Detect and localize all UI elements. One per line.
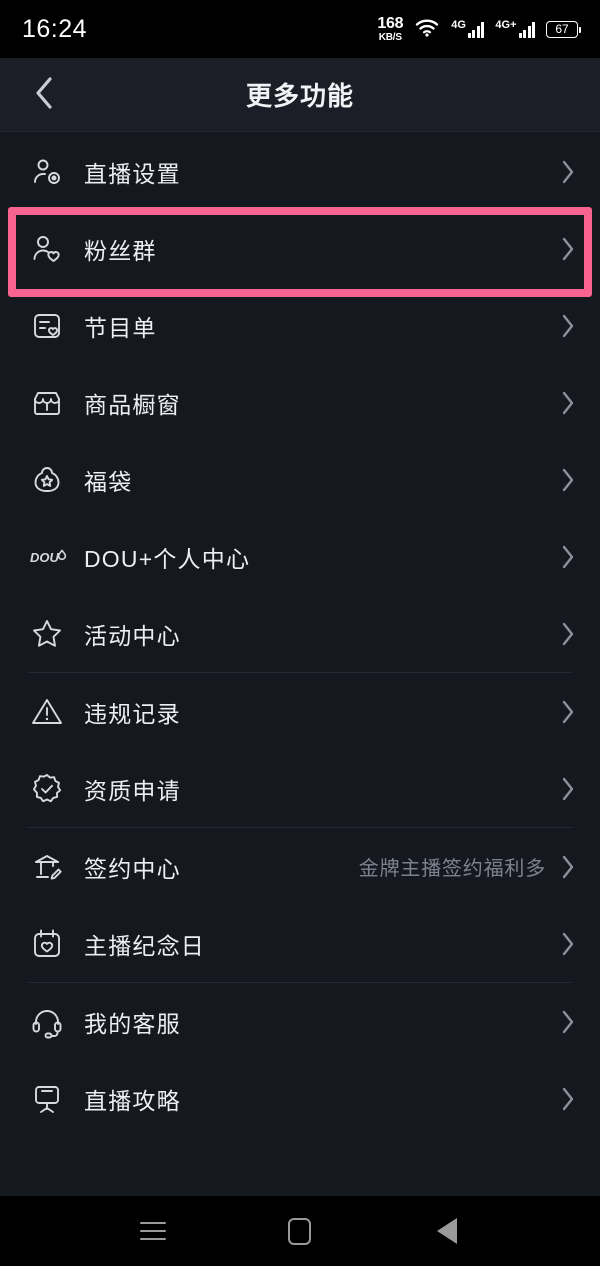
home-button[interactable] — [270, 1201, 330, 1261]
back-nav-button[interactable] — [417, 1201, 477, 1261]
list-item-label: 福袋 — [84, 468, 133, 495]
list-item-label: 我的客服 — [84, 1010, 181, 1037]
signal-indicator-1: 4G — [451, 19, 485, 38]
recents-button[interactable] — [123, 1201, 183, 1261]
chevron-right-icon — [560, 698, 576, 726]
chevron-right-icon — [560, 543, 576, 571]
list-item-label: 直播攻略 — [84, 1087, 181, 1114]
chevron-right-icon — [560, 158, 576, 186]
signal-bars-icon-2 — [518, 21, 535, 38]
list-item-label: 商品橱窗 — [84, 391, 181, 418]
list-item-label: 主播纪念日 — [84, 932, 205, 959]
chevron-left-icon — [33, 73, 57, 118]
list-item-活动中心[interactable]: 活动中心 — [0, 595, 600, 672]
chevron-right-icon — [560, 1008, 576, 1036]
list-item-label: 活动中心 — [84, 622, 181, 649]
list-item-直播设置[interactable]: 直播设置 — [0, 133, 600, 210]
android-nav-bar — [0, 1196, 600, 1266]
triangle-back-icon — [436, 1218, 457, 1244]
list-item-直播攻略[interactable]: 直播攻略 — [0, 1060, 600, 1137]
chevron-right-icon — [560, 930, 576, 958]
battery-icon: 67 — [546, 20, 581, 38]
lucky-bag-star-icon — [30, 463, 76, 497]
star-icon — [30, 617, 76, 651]
list-item-主播纪念日[interactable]: 主播纪念日 — [0, 905, 600, 982]
network-speed-indicator: 168 KB/S — [377, 14, 404, 43]
person-heart-icon — [30, 232, 76, 266]
wifi-icon — [414, 17, 440, 42]
list-item-粉丝群[interactable]: 粉丝群 — [0, 210, 600, 287]
chevron-right-icon — [560, 389, 576, 417]
douplus-icon: DOU — [30, 545, 76, 569]
chevron-right-icon — [560, 1085, 576, 1113]
signal-indicator-2: 4G+ — [495, 20, 535, 38]
list-item-违规记录[interactable]: 违规记录 — [0, 673, 600, 750]
signal-bars-icon-1 — [467, 21, 485, 38]
page-header: 更多功能 — [0, 58, 600, 132]
list-item-福袋[interactable]: 福袋 — [0, 441, 600, 518]
list-item-label: 粉丝群 — [84, 237, 157, 264]
svg-text:DOU: DOU — [30, 550, 60, 565]
list-item-我的客服[interactable]: 我的客服 — [0, 983, 600, 1060]
storefront-icon — [30, 386, 76, 420]
easel-board-icon — [30, 1082, 76, 1116]
list-item-label: 违规记录 — [84, 700, 181, 727]
list-item-label: 签约中心 — [84, 855, 181, 882]
chevron-right-icon — [560, 235, 576, 263]
list-item-资质申请[interactable]: 资质申请 — [0, 750, 600, 827]
calendar-heart-icon — [30, 927, 76, 961]
chevron-right-icon — [560, 853, 576, 881]
menu-lines-icon — [140, 1222, 167, 1240]
list-item-label: 资质申请 — [84, 777, 181, 804]
list-item-subtitle: 金牌主播签约福利多 — [358, 858, 546, 880]
list-item-签约中心[interactable]: 签约中心 金牌主播签约福利多 — [0, 828, 600, 905]
list-heart-icon — [30, 309, 76, 343]
list-item-节目单[interactable]: 节目单 — [0, 287, 600, 364]
contract-pencil-icon — [30, 850, 76, 884]
person-gear-icon — [30, 155, 76, 189]
status-bar: 16:24 168 KB/S 4G 4G+ 67 — [0, 0, 600, 58]
warning-triangle-icon — [30, 695, 76, 729]
list-item-label: 直播设置 — [84, 160, 181, 187]
phone-screen: 16:24 168 KB/S 4G 4G+ 67 更多功能 直播设置 粉丝群 节… — [0, 0, 600, 1266]
chevron-right-icon — [560, 466, 576, 494]
list-item-商品橱窗[interactable]: 商品橱窗 — [0, 364, 600, 441]
list-item-label: 节目单 — [84, 314, 157, 341]
page-title: 更多功能 — [245, 81, 354, 111]
more-features-list: 直播设置粉丝群节目单商品橱窗福袋 DOU DOU+个人中心 活动中心违规记录资质申请签… — [0, 133, 600, 1137]
chevron-right-icon — [560, 775, 576, 803]
network-speed-value: 168 — [377, 14, 404, 32]
square-icon — [288, 1217, 312, 1245]
signal-label-1: 4G — [451, 19, 466, 31]
battery-level: 67 — [555, 22, 569, 36]
status-icons: 168 KB/S 4G 4G+ 67 — [377, 14, 581, 43]
list-item-label: DOU+个人中心 — [84, 545, 251, 572]
back-button[interactable] — [18, 58, 72, 132]
status-time: 16:24 — [22, 14, 88, 43]
verified-badge-icon — [30, 772, 76, 806]
headset-icon — [30, 1005, 76, 1039]
network-speed-unit: KB/S — [378, 31, 402, 43]
chevron-right-icon — [560, 620, 576, 648]
list-item-DOU+个人中心[interactable]: DOU DOU+个人中心 — [0, 518, 600, 595]
signal-label-2: 4G+ — [495, 19, 517, 31]
chevron-right-icon — [560, 312, 576, 340]
